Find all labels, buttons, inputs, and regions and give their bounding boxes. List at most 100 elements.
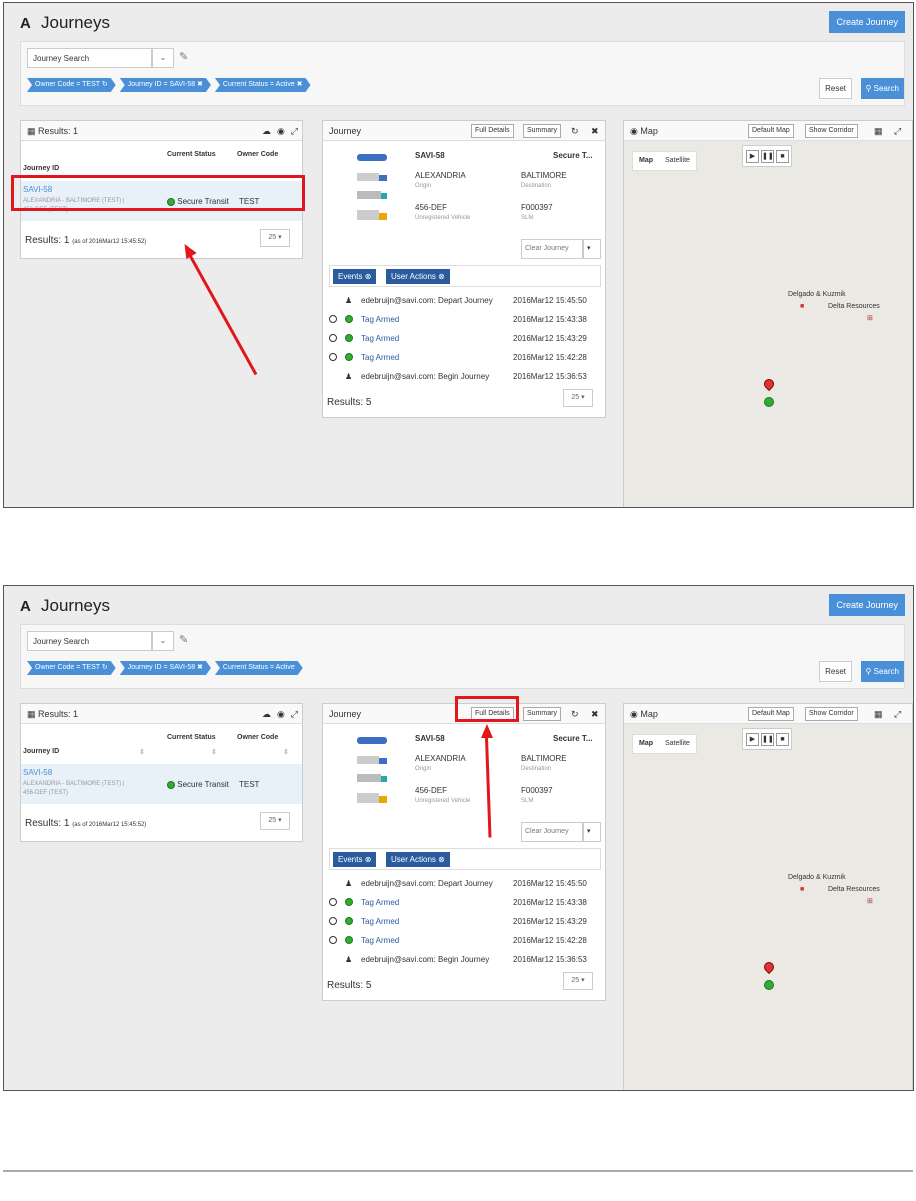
- expand-icon[interactable]: ⤢: [291, 704, 298, 724]
- list-item[interactable]: ♟ edebruijn@savi.com: Depart Journey 2016M…: [329, 874, 601, 893]
- radio-icon[interactable]: [329, 315, 337, 323]
- radio-icon[interactable]: [329, 917, 337, 925]
- clear-dropdown-icon[interactable]: ▾: [583, 239, 601, 259]
- tab-map[interactable]: Map: [633, 735, 659, 753]
- globe-icon[interactable]: ◉: [277, 121, 285, 141]
- filter-chip-journey[interactable]: Journey ID = SAVI-58 ✖: [120, 78, 211, 92]
- filter-chip-owner[interactable]: Owner Code = TEST ↻: [27, 661, 116, 675]
- tab-satellite[interactable]: Satellite: [659, 735, 696, 753]
- show-corridor-button[interactable]: Show Corridor: [805, 707, 858, 721]
- reset-button[interactable]: Reset: [819, 661, 852, 682]
- col-owner[interactable]: Owner Code: [237, 151, 278, 158]
- chevron-down-icon[interactable]: ⌄: [152, 48, 174, 68]
- page-size-select[interactable]: 25 ▾: [563, 972, 593, 990]
- search-button[interactable]: ⚲ Search: [860, 78, 904, 99]
- radio-icon[interactable]: [329, 353, 337, 361]
- col-owner[interactable]: Owner Code: [237, 734, 278, 741]
- list-item[interactable]: ♟ edebruijn@savi.com: Begin Journey 2016Ma…: [329, 950, 601, 969]
- cloud-icon[interactable]: ☁: [262, 121, 271, 141]
- journey-id-link[interactable]: SAVI-58: [23, 768, 52, 777]
- full-details-button[interactable]: Full Details: [471, 124, 514, 138]
- pencil-icon[interactable]: ✎: [179, 50, 188, 63]
- journey-panel: Journey Full Details Summary ↻ ✖ SAVI-58…: [322, 703, 606, 1001]
- filter-chip-owner[interactable]: Owner Code = TEST ↻: [27, 78, 116, 92]
- page-size-select[interactable]: 25 ▾: [563, 389, 593, 407]
- col-status[interactable]: Current Status: [167, 151, 216, 158]
- close-icon[interactable]: ✖: [591, 704, 599, 724]
- create-journey-button[interactable]: Create Journey: [829, 594, 905, 616]
- chevron-down-icon[interactable]: ⌄: [152, 631, 174, 651]
- location-dot-icon[interactable]: [764, 980, 774, 990]
- summary-button[interactable]: Summary: [523, 124, 561, 138]
- create-journey-button[interactable]: Create Journey: [829, 11, 905, 33]
- default-map-button[interactable]: Default Map: [748, 707, 794, 721]
- play-icon[interactable]: ▶: [746, 733, 759, 746]
- search-button[interactable]: ⚲ Search: [860, 661, 904, 682]
- table-icon[interactable]: ▦: [874, 704, 883, 724]
- reset-button[interactable]: Reset: [819, 78, 852, 99]
- stop-icon[interactable]: ■: [776, 150, 789, 163]
- tab-map[interactable]: Map: [633, 152, 659, 170]
- map-pin-icon[interactable]: [761, 959, 777, 975]
- pause-icon[interactable]: ❚❚: [761, 150, 774, 163]
- tab-user-actions[interactable]: User Actions ⊗: [386, 852, 450, 867]
- page-size-select[interactable]: 25 ▾: [260, 229, 290, 247]
- list-item[interactable]: Tag Armed 2016Mar12 15:43:29: [329, 912, 601, 931]
- default-map-button[interactable]: Default Map: [748, 124, 794, 138]
- list-item[interactable]: Tag Armed 2016Mar12 15:42:28: [329, 931, 601, 950]
- cloud-icon[interactable]: ☁: [262, 704, 271, 724]
- list-item[interactable]: Tag Armed 2016Mar12 15:42:28: [329, 348, 601, 367]
- pause-icon[interactable]: ❚❚: [761, 733, 774, 746]
- list-item[interactable]: Tag Armed 2016Mar12 15:43:38: [329, 310, 601, 329]
- sort-icon[interactable]: ⇕: [283, 748, 289, 756]
- poi-marker-icon[interactable]: ■: [800, 886, 804, 893]
- poi-marker-icon[interactable]: ⊞: [867, 897, 873, 905]
- col-id[interactable]: Journey ID: [23, 748, 59, 755]
- tab-user-actions[interactable]: User Actions ⊗: [386, 269, 450, 284]
- clear-dropdown-icon[interactable]: ▾: [583, 822, 601, 842]
- clear-journey-button[interactable]: Clear Journey: [521, 822, 583, 842]
- destination-label: Destination: [521, 183, 552, 189]
- search-icon: ⚲: [865, 667, 872, 676]
- summary-button[interactable]: Summary: [523, 707, 561, 721]
- expand-icon[interactable]: ⤢: [291, 121, 298, 141]
- radio-icon[interactable]: [329, 898, 337, 906]
- filter-chip-journey[interactable]: Journey ID = SAVI-58 ✖: [120, 661, 211, 675]
- page-size-select[interactable]: 25 ▾: [260, 812, 290, 830]
- expand-icon[interactable]: ⤢: [894, 121, 901, 141]
- list-item[interactable]: Tag Armed 2016Mar12 15:43:38: [329, 893, 601, 912]
- tab-satellite[interactable]: Satellite: [659, 152, 696, 170]
- list-item[interactable]: ♟ edebruijn@savi.com: Depart Journey 2016M…: [329, 291, 601, 310]
- table-icon[interactable]: ▦: [874, 121, 883, 141]
- stop-icon[interactable]: ■: [776, 733, 789, 746]
- tab-events[interactable]: Events ⊗: [333, 852, 377, 867]
- search-type-select[interactable]: Journey Search: [27, 631, 152, 651]
- poi-marker-icon[interactable]: ■: [800, 303, 804, 310]
- globe-icon[interactable]: ◉: [277, 704, 285, 724]
- search-type-select[interactable]: Journey Search: [27, 48, 152, 68]
- map-pin-icon[interactable]: [761, 376, 777, 392]
- col-id[interactable]: Journey ID: [23, 165, 59, 172]
- refresh-icon[interactable]: ↻: [571, 121, 579, 141]
- refresh-icon[interactable]: ↻: [571, 704, 579, 724]
- poi-marker-icon[interactable]: ⊞: [867, 314, 873, 322]
- expand-icon[interactable]: ⤢: [894, 704, 901, 724]
- filter-chip-status[interactable]: Current Status = Active: [215, 661, 303, 675]
- table-row[interactable]: SAVI-58 ALEXANDRIA - BALTIMORE (TEST) | 4…: [21, 764, 302, 804]
- list-item[interactable]: Tag Armed 2016Mar12 15:43:29: [329, 329, 601, 348]
- radio-icon[interactable]: [329, 334, 337, 342]
- show-corridor-button[interactable]: Show Corridor: [805, 124, 858, 138]
- sort-icon[interactable]: ⇕: [211, 748, 217, 756]
- app-logo-icon: A: [20, 598, 31, 615]
- filter-chip-status[interactable]: Current Status = Active ✖: [215, 78, 311, 92]
- tab-events[interactable]: Events ⊗: [333, 269, 377, 284]
- clear-journey-button[interactable]: Clear Journey: [521, 239, 583, 259]
- col-status[interactable]: Current Status: [167, 734, 216, 741]
- list-item[interactable]: ♟ edebruijn@savi.com: Begin Journey 2016Ma…: [329, 367, 601, 386]
- location-dot-icon[interactable]: [764, 397, 774, 407]
- pencil-icon[interactable]: ✎: [179, 633, 188, 646]
- close-icon[interactable]: ✖: [591, 121, 599, 141]
- play-icon[interactable]: ▶: [746, 150, 759, 163]
- radio-icon[interactable]: [329, 936, 337, 944]
- sort-icon[interactable]: ⇕: [139, 748, 145, 756]
